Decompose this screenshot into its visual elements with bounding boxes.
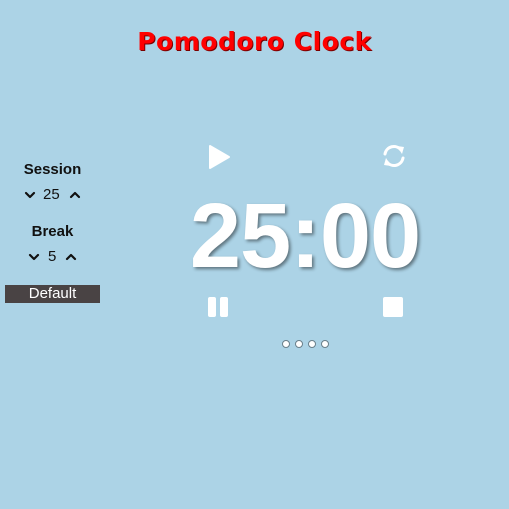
session-increment-button[interactable]	[68, 188, 82, 202]
reset-button[interactable]	[380, 142, 408, 170]
break-label: Break	[31, 223, 74, 240]
session-label: Session	[23, 161, 82, 178]
break-increment-button[interactable]	[64, 250, 78, 264]
timer-display: 25:00	[189, 185, 421, 287]
chevron-up-icon	[65, 253, 77, 261]
stop-icon	[383, 297, 403, 317]
break-decrement-button[interactable]	[27, 250, 41, 264]
break-stepper: 5	[5, 246, 100, 268]
refresh-icon	[383, 145, 405, 167]
default-button[interactable]: Default	[5, 285, 100, 303]
progress-dot	[295, 340, 303, 348]
progress-dot	[321, 340, 329, 348]
stop-button[interactable]	[382, 296, 404, 318]
chevron-up-icon	[69, 191, 81, 199]
pause-button[interactable]	[207, 296, 231, 318]
chevron-down-icon	[24, 191, 36, 199]
play-icon	[209, 145, 230, 169]
break-value: 5	[48, 248, 57, 265]
session-decrement-button[interactable]	[23, 188, 37, 202]
session-stepper: 25	[5, 184, 100, 206]
app-title: Pomodoro Clock	[137, 27, 372, 56]
chevron-down-icon	[28, 253, 40, 261]
play-button[interactable]	[206, 144, 232, 170]
progress-dot	[308, 340, 316, 348]
pause-icon	[208, 297, 228, 317]
progress-dot	[282, 340, 290, 348]
session-value: 25	[43, 186, 60, 203]
